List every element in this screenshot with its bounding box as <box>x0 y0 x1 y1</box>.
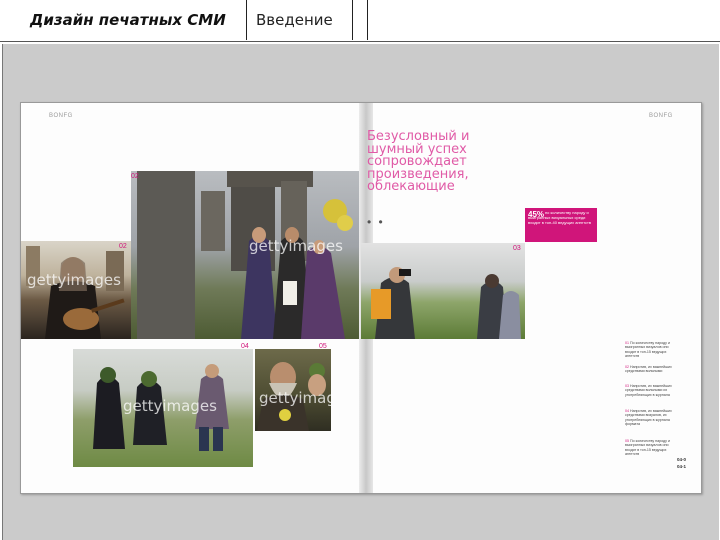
slide-header: Дизайн печатных СМИ Введение <box>0 0 720 42</box>
photo-guitar-player: gettyimages <box>21 241 131 339</box>
photo-stonehenge-group: gettyimages <box>131 171 359 339</box>
caption-04: 04 Напротив, их важнейших средствами виз… <box>625 409 672 427</box>
course-title: Дизайн печатных СМИ <box>30 11 226 29</box>
caption-05: 05 По количеству народу и выигранных виз… <box>625 439 670 457</box>
page-number: 04-1 <box>677 464 687 469</box>
photo-photographers-art <box>371 267 521 339</box>
photo-number: 03 <box>513 245 521 252</box>
photo-number: 05 <box>319 343 327 350</box>
header-rule <box>0 41 720 42</box>
left-folio: BONFG <box>49 113 73 119</box>
page-number: 04-0 <box>677 457 687 462</box>
spread-headline: Безусловный и шумный успех сопровождает … <box>367 129 470 194</box>
caption-02: 02 Напротив, их важнейших средствами вол… <box>625 365 672 374</box>
headline-dots: • • <box>367 215 385 229</box>
photo-number: 02 <box>119 243 127 250</box>
highlight-box: 45% по количеству народу и выигранных ви… <box>525 208 597 242</box>
photo-green-cloaks: gettyimages <box>73 349 253 467</box>
caption-03: 03 Напротив, их важнейших средствами вол… <box>625 384 672 397</box>
header-divider <box>352 0 353 40</box>
watermark: gettyimages <box>249 237 343 255</box>
magazine-spread: BONFG BONFG gettyimages 02 gettyimages 0… <box>20 102 702 494</box>
photo-number: 02 <box>131 173 139 180</box>
photo-photographers <box>361 243 525 339</box>
header-divider <box>246 0 247 40</box>
right-folio: BONFG <box>649 113 673 119</box>
photo-bearded-man: gettyimages <box>255 349 331 431</box>
photo-guitar-player-art <box>26 246 125 339</box>
watermark: gettyimages <box>123 397 217 415</box>
highlight-text: по количеству народу и выигранных визуал… <box>528 210 591 225</box>
photo-number: 04 <box>241 343 249 350</box>
section-title: Введение <box>256 11 333 29</box>
header-divider <box>367 0 368 40</box>
photo-stonehenge-art <box>137 171 353 339</box>
watermark: gettyimages <box>259 389 331 407</box>
caption-01: 01 По количеству народу и выигранных виз… <box>625 341 670 359</box>
watermark: gettyimages <box>27 271 121 289</box>
